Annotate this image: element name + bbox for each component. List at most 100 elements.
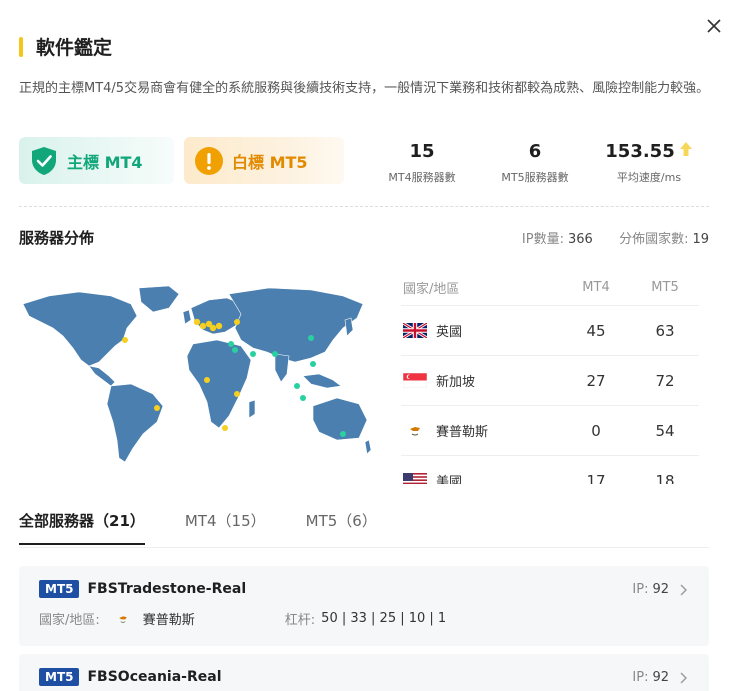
white-label-text: 白標 MT5 — [232, 152, 308, 172]
mt4-server-count-caption: MT4服務器數 — [388, 171, 456, 184]
mt5-count: 72 — [655, 371, 675, 390]
ip-value: 92 — [652, 670, 669, 685]
map-marker — [294, 383, 300, 389]
country-name: 新加坡 — [436, 375, 476, 390]
page-title: 軟件鑑定 — [36, 37, 113, 59]
map-marker — [154, 405, 160, 411]
cyprus-flag-icon — [403, 423, 427, 438]
chevron-right-icon — [680, 672, 687, 683]
map-marker — [340, 431, 346, 437]
description-text: 正規的主標MT4/5交易商會有健全的系統服務與後續技術支持，一般情況下業務和技術… — [19, 81, 710, 96]
server-name: FBSOceania-Real — [87, 669, 222, 685]
usa-flag-icon — [403, 473, 427, 484]
map-marker — [193, 318, 201, 326]
page-header: 軟件鑑定 — [19, 33, 112, 60]
mt5-count: 63 — [655, 321, 675, 340]
map-marker — [310, 361, 316, 367]
average-speed-value: 153.55 — [605, 140, 675, 162]
table-row: 新加坡 27 72 — [401, 356, 699, 406]
average-speed-caption: 平均速度/ms — [616, 171, 682, 184]
tab-all-servers[interactable]: 全部服務器（21） — [19, 510, 145, 545]
close-icon — [707, 19, 721, 33]
server-name: FBSTradestone-Real — [87, 581, 247, 597]
mt4-count: 45 — [586, 321, 606, 340]
mt5-server-count-caption: MT5服務器數 — [501, 171, 569, 184]
mt4-server-count: 15 MT4服務器數 — [382, 140, 462, 185]
map-landmass — [22, 285, 372, 463]
ip-count-value: 366 — [567, 232, 593, 247]
mt5-count: 18 — [655, 471, 675, 485]
map-marker — [122, 337, 128, 343]
map-marker — [215, 322, 223, 330]
map-marker — [204, 377, 210, 383]
map-marker — [232, 347, 238, 353]
server-details: 國家/地區: 賽普勒斯 杠杆: 50 | 33 | 25 | 10 | 1 — [39, 609, 446, 628]
distribution-summary: IP數量: 366 分佈國家數: 19 — [522, 228, 709, 247]
table-row: 賽普勒斯 0 54 — [401, 406, 699, 456]
platform-tag: MT5 — [39, 580, 80, 598]
ip-count-label: IP數量: — [521, 232, 564, 247]
map-marker — [228, 341, 234, 347]
map-marker — [250, 351, 256, 357]
map-marker — [234, 319, 240, 325]
server-tabs: 全部服務器（21） MT4（15） MT5（6） — [19, 510, 417, 545]
main-label-mt4-badge: 主標 MT4 — [19, 137, 174, 184]
close-button[interactable] — [704, 16, 724, 36]
leverage-label: 杠杆: — [284, 613, 316, 628]
country-name: 美國 — [436, 475, 463, 484]
map-marker — [199, 322, 207, 330]
server-distribution-title: 服務器分佈 — [19, 229, 95, 247]
leverage-value: 50 | 33 | 25 | 10 | 1 — [321, 611, 447, 626]
ip-label: IP: — [632, 670, 649, 685]
map-marker — [308, 335, 314, 341]
average-speed: 153.55 平均速度/ms — [605, 140, 693, 185]
col-mt4: MT4 — [582, 280, 610, 295]
country-count-label: 分佈國家數: — [619, 232, 689, 247]
mt5-count: 54 — [655, 421, 675, 440]
chevron-right-icon — [680, 584, 687, 595]
map-marker — [222, 425, 228, 431]
country-name: 賽普勒斯 — [436, 425, 489, 440]
cyprus-flag-icon — [113, 612, 132, 625]
exclamation-icon — [193, 145, 225, 177]
server-ip-count: IP: 92 — [632, 582, 687, 597]
tab-mt5[interactable]: MT5（6） — [306, 510, 377, 545]
table-row: 美國 17 18 — [401, 456, 699, 484]
platform-tag: MT5 — [39, 668, 80, 686]
uk-flag-icon — [402, 321, 428, 340]
country-label: 國家/地區: — [39, 613, 100, 628]
table-row: 英國 45 63 — [401, 306, 699, 356]
country-name: 英國 — [436, 325, 463, 340]
col-mt5: MT5 — [651, 280, 679, 295]
country-count-value: 19 — [692, 232, 709, 247]
main-label-text: 主標 MT4 — [67, 152, 143, 172]
world-map[interactable] — [19, 282, 372, 464]
mt5-server-count: 6 MT5服務器數 — [495, 140, 575, 185]
map-marker — [300, 395, 306, 401]
ip-label: IP: — [632, 582, 649, 597]
tabs-underline — [19, 547, 709, 548]
mt4-server-count-value: 15 — [409, 140, 435, 162]
server-card[interactable]: MT5 FBSOceania-Real IP: 92 — [19, 654, 709, 691]
singapore-flag-icon — [402, 372, 428, 389]
title-accent-bar — [19, 36, 23, 57]
mt4-count: 17 — [586, 471, 606, 485]
mt4-count: 27 — [586, 371, 606, 390]
speed-arrow-icon — [679, 141, 693, 162]
mt4-count: 0 — [591, 421, 601, 440]
country-value: 賽普勒斯 — [142, 613, 195, 628]
map-marker — [272, 351, 278, 357]
map-marker — [234, 391, 240, 397]
server-ip-count: IP: 92 — [632, 670, 687, 685]
ip-value: 92 — [652, 582, 669, 597]
mt5-server-count-value: 6 — [528, 140, 542, 162]
country-table-header: 國家/地區 MT4 MT5 — [401, 270, 699, 306]
col-country: 國家/地區 — [403, 282, 460, 297]
tab-mt4[interactable]: MT4（15） — [185, 510, 266, 545]
section-divider — [19, 206, 709, 207]
white-label-mt5-badge: 白標 MT5 — [184, 137, 344, 184]
server-card[interactable]: MT5 FBSTradestone-Real IP: 92 國家/地區: 賽普勒… — [19, 566, 709, 646]
map-marker — [209, 324, 217, 332]
country-server-table[interactable]: 國家/地區 MT4 MT5 英國 45 63 新加坡 27 72 賽普勒斯 0 … — [401, 270, 699, 484]
check-shield-icon — [28, 145, 60, 177]
